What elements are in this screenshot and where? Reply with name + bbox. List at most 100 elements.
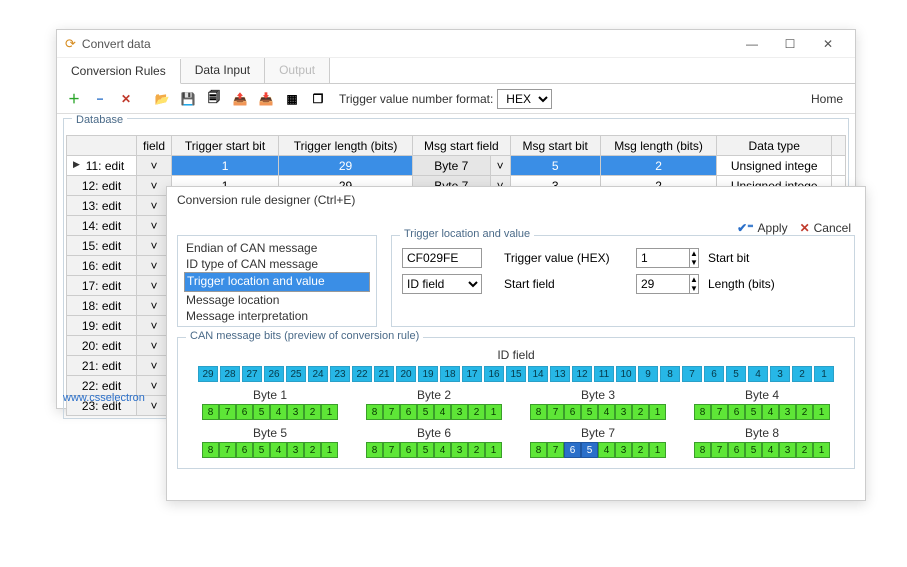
byte-bit: 1 bbox=[649, 404, 666, 420]
start-bit-spinner[interactable]: ▲▼ bbox=[690, 248, 699, 268]
length-spinner[interactable]: ▲▼ bbox=[690, 274, 699, 294]
delete-icon[interactable]: ✕ bbox=[115, 88, 137, 110]
preview-legend: CAN message bits (preview of conversion … bbox=[186, 330, 423, 342]
trigger-box: Trigger location and value Trigger value… bbox=[391, 235, 855, 327]
tab-output[interactable]: Output bbox=[265, 58, 330, 83]
app-icon: ⟳ bbox=[65, 36, 76, 52]
byte-bit: 5 bbox=[253, 442, 270, 458]
dialog-title: Conversion rule designer (Ctrl+E) bbox=[177, 193, 855, 207]
col-msg-length[interactable]: Msg length (bits) bbox=[600, 136, 717, 156]
byte-bit: 2 bbox=[468, 442, 485, 458]
copy-icon[interactable]: 🗐 bbox=[203, 88, 225, 110]
col-data-type[interactable]: Data type bbox=[717, 136, 832, 156]
id-bit: 11 bbox=[594, 366, 614, 382]
byte-bit: 8 bbox=[366, 442, 383, 458]
nav-item[interactable]: ID type of CAN message bbox=[184, 256, 370, 272]
id-bit: 15 bbox=[506, 366, 526, 382]
trigger-legend: Trigger location and value bbox=[400, 228, 534, 240]
byte-bit: 5 bbox=[253, 404, 270, 420]
byte-bit: 6 bbox=[400, 404, 417, 420]
apply-button[interactable]: ✔⁼Apply bbox=[737, 221, 787, 235]
byte-bit: 1 bbox=[485, 404, 502, 420]
footer-link[interactable]: www.csselectron bbox=[63, 392, 145, 404]
nav-item[interactable]: Endian of CAN message bbox=[184, 240, 370, 256]
remove-icon[interactable]: − bbox=[89, 88, 111, 110]
id-bit: 23 bbox=[330, 366, 350, 382]
trigger-value-input[interactable] bbox=[402, 248, 482, 268]
byte-row-2: Byte 587654321Byte 687654321Byte 7876543… bbox=[188, 426, 844, 458]
byte-bit: 4 bbox=[434, 404, 451, 420]
byte-bit: 2 bbox=[796, 442, 813, 458]
byte-bit: 1 bbox=[813, 442, 830, 458]
byte-bit: 4 bbox=[270, 404, 287, 420]
byte-bit: 4 bbox=[762, 442, 779, 458]
minimize-button[interactable]: — bbox=[733, 37, 771, 51]
byte-bit: 8 bbox=[694, 442, 711, 458]
start-bit-input[interactable] bbox=[636, 248, 690, 268]
table-row[interactable]: 11: edit˅129Byte 7˅52Unsigned intege bbox=[67, 156, 846, 176]
nav-item[interactable]: Message interpretation bbox=[184, 308, 370, 324]
id-bit: 6 bbox=[704, 366, 724, 382]
preview-box: CAN message bits (preview of conversion … bbox=[177, 337, 855, 469]
nav-item[interactable]: Message location bbox=[184, 292, 370, 308]
cancel-button[interactable]: ✕Cancel bbox=[800, 221, 851, 235]
start-bit-label: Start bit bbox=[708, 251, 798, 265]
save-icon[interactable]: 💾 bbox=[177, 88, 199, 110]
col-msg-start[interactable]: Msg start bit bbox=[510, 136, 600, 156]
byte-bit: 6 bbox=[728, 442, 745, 458]
nav-item[interactable]: Trigger location and value bbox=[184, 272, 370, 292]
byte-col: Byte 787654321 bbox=[530, 426, 666, 458]
window-icon[interactable]: ❐ bbox=[307, 88, 329, 110]
close-button[interactable]: ✕ bbox=[809, 37, 847, 51]
byte-col: Byte 487654321 bbox=[694, 388, 830, 420]
byte-bit: 3 bbox=[615, 404, 632, 420]
id-bits-row: 2928272625242322212019181716151413121110… bbox=[188, 366, 844, 382]
byte-bit: 8 bbox=[694, 404, 711, 420]
tab-data-input[interactable]: Data Input bbox=[181, 58, 265, 83]
col-msg-field[interactable]: Msg start field bbox=[412, 136, 510, 156]
add-icon[interactable]: ＋ bbox=[63, 88, 85, 110]
byte-bit: 5 bbox=[745, 404, 762, 420]
byte-bit: 1 bbox=[321, 442, 338, 458]
col-trigger-start[interactable]: Trigger start bit bbox=[172, 136, 279, 156]
byte-bit: 2 bbox=[304, 442, 321, 458]
trigger-format-select[interactable]: HEX bbox=[497, 89, 552, 109]
id-bit: 26 bbox=[264, 366, 284, 382]
id-bit: 17 bbox=[462, 366, 482, 382]
byte-bit: 5 bbox=[417, 442, 434, 458]
byte-bit: 2 bbox=[632, 442, 649, 458]
byte-bit: 7 bbox=[383, 442, 400, 458]
id-bit: 25 bbox=[286, 366, 306, 382]
id-bit: 9 bbox=[638, 366, 658, 382]
id-bit: 22 bbox=[352, 366, 372, 382]
import-icon[interactable]: 📥 bbox=[255, 88, 277, 110]
byte-bit: 5 bbox=[581, 404, 598, 420]
byte-bit: 8 bbox=[530, 442, 547, 458]
database-legend: Database bbox=[72, 114, 127, 126]
maximize-button[interactable]: ☐ bbox=[771, 37, 809, 51]
byte-col: Byte 687654321 bbox=[366, 426, 502, 458]
grid-icon[interactable]: ▦ bbox=[281, 88, 303, 110]
byte-bit: 3 bbox=[451, 442, 468, 458]
tab-conversion-rules[interactable]: Conversion Rules bbox=[57, 59, 181, 84]
byte-bit: 3 bbox=[615, 442, 632, 458]
trigger-value-label: Trigger value (HEX) bbox=[504, 251, 624, 265]
length-input[interactable] bbox=[636, 274, 690, 294]
byte-bit: 1 bbox=[321, 404, 338, 420]
titlebar: ⟳ Convert data — ☐ ✕ bbox=[57, 30, 855, 58]
trigger-format-label: Trigger value number format: bbox=[339, 92, 493, 106]
byte-bit: 3 bbox=[287, 404, 304, 420]
col-field[interactable]: field bbox=[137, 136, 172, 156]
byte-bit: 7 bbox=[547, 442, 564, 458]
byte-bit: 3 bbox=[779, 404, 796, 420]
id-bit: 18 bbox=[440, 366, 460, 382]
col-trigger-length[interactable]: Trigger length (bits) bbox=[279, 136, 413, 156]
id-bit: 8 bbox=[660, 366, 680, 382]
byte-bit: 7 bbox=[547, 404, 564, 420]
byte-bit: 1 bbox=[813, 404, 830, 420]
start-field-select[interactable]: ID field bbox=[402, 274, 482, 294]
home-link[interactable]: Home bbox=[811, 92, 849, 106]
window-title: Convert data bbox=[82, 37, 733, 51]
open-icon[interactable]: 📂 bbox=[151, 88, 173, 110]
export-icon[interactable]: 📤 bbox=[229, 88, 251, 110]
